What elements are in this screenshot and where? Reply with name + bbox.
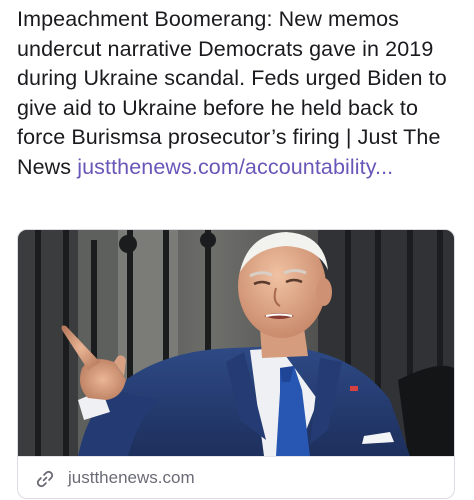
post-body-text: Impeachment Boomerang: New memos undercu… bbox=[17, 7, 447, 179]
link-preview-domain: justthenews.com bbox=[68, 468, 195, 487]
link-chain-icon bbox=[36, 470, 54, 488]
post-text: Impeachment Boomerang: New memos undercu… bbox=[17, 5, 467, 183]
link-preview-card[interactable]: justthenews.com bbox=[17, 229, 455, 499]
link-preview-image[interactable] bbox=[18, 230, 454, 456]
post-link[interactable]: justthenews.com/​accountability... bbox=[77, 155, 393, 179]
link-preview-footer[interactable]: justthenews.com bbox=[18, 456, 454, 498]
